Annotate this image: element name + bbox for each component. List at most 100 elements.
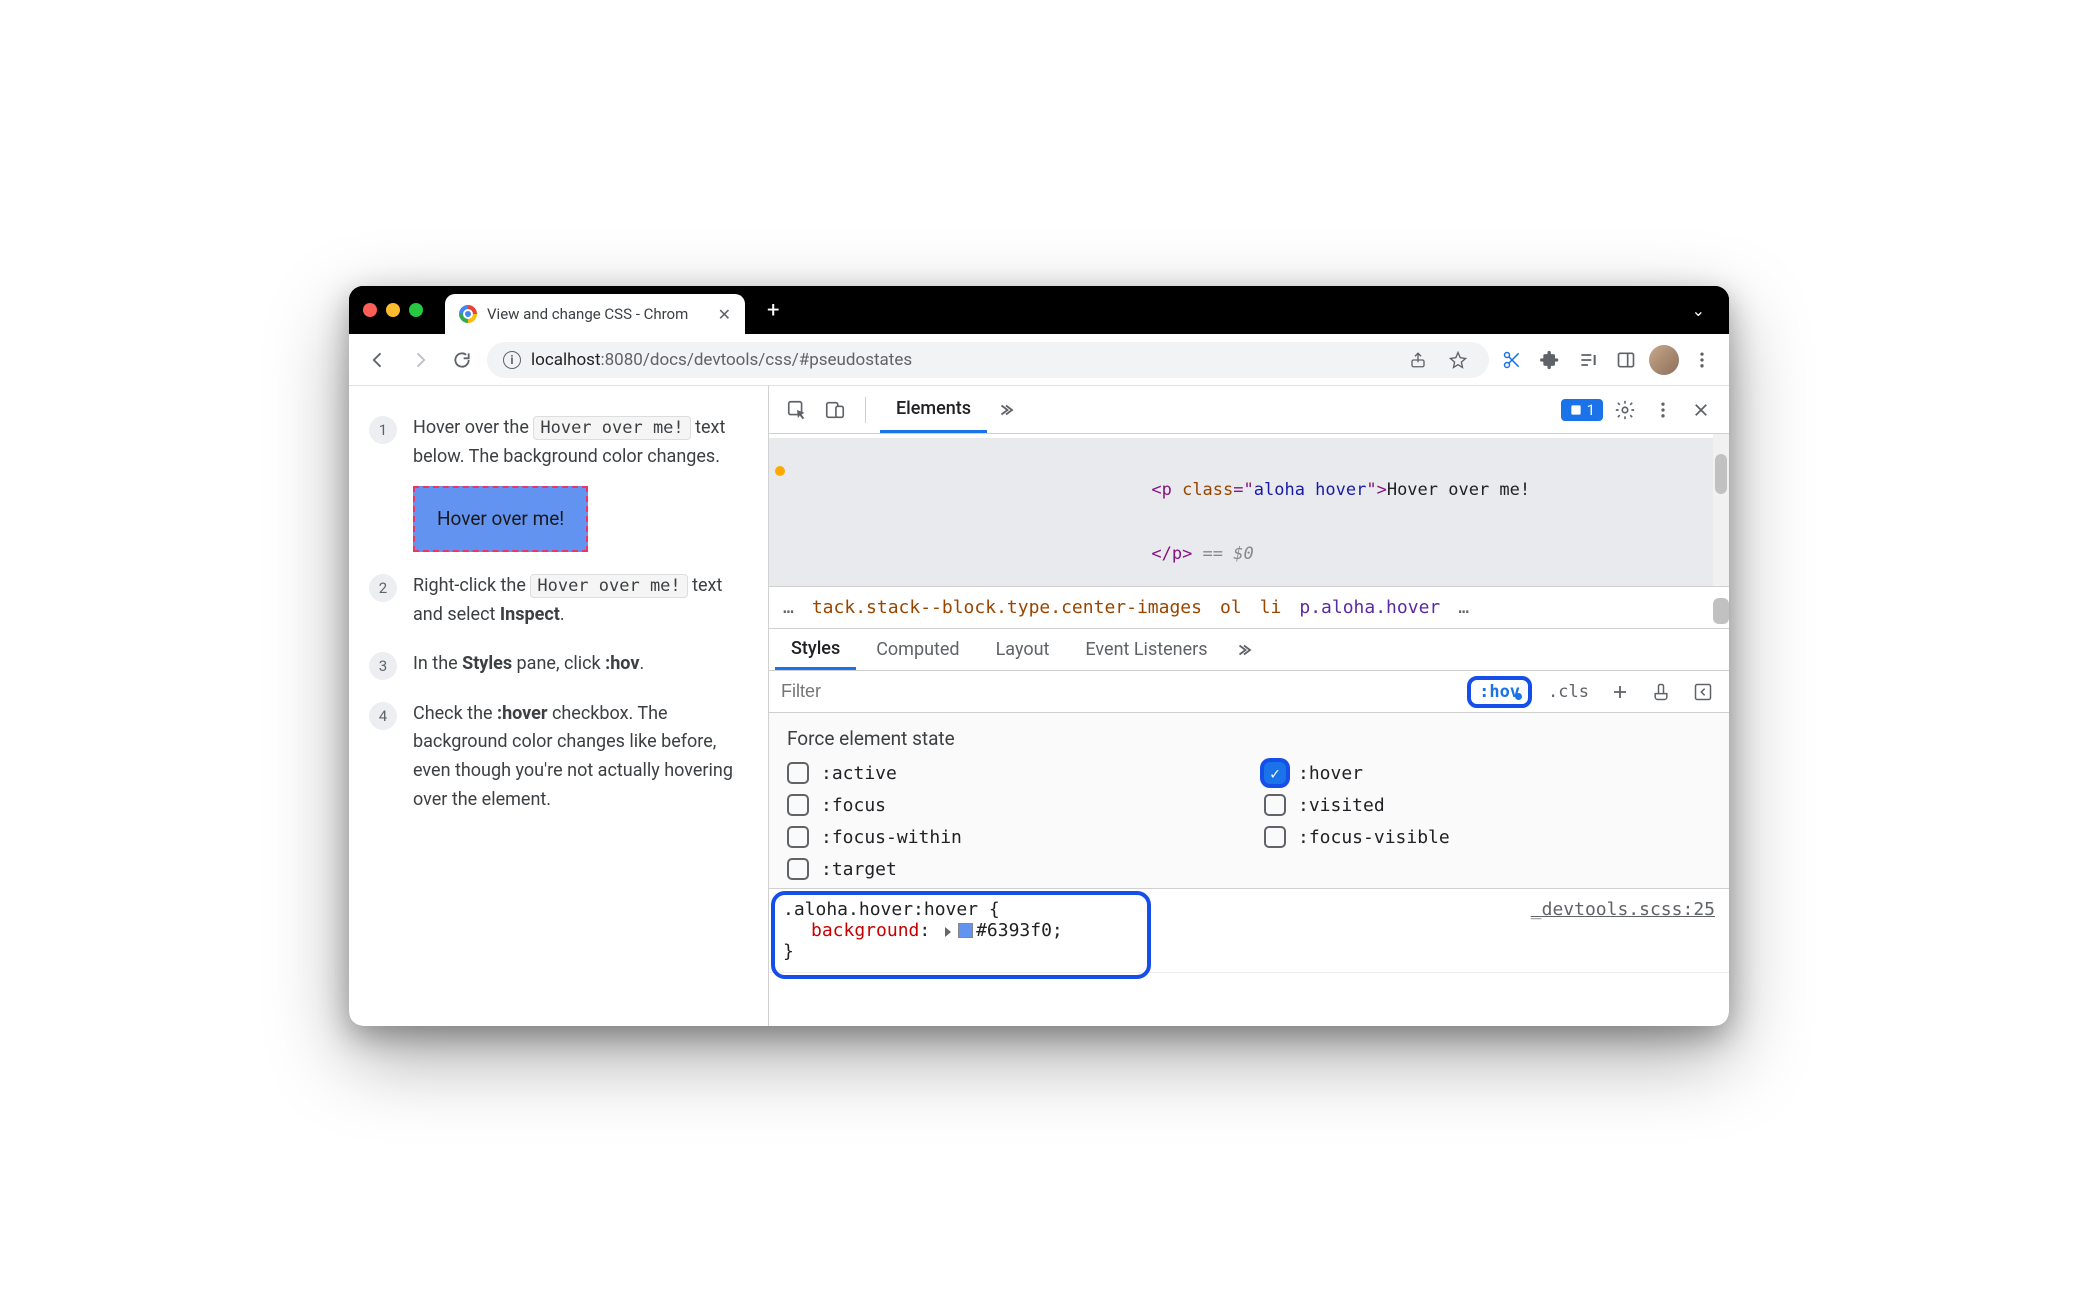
expand-shorthand-icon[interactable] [945,927,951,937]
rule-value[interactable]: #6393f0 [976,920,1052,941]
browser-window: View and change CSS - Chrom ✕ + ⌄ i loca… [349,286,1729,1026]
browser-tab[interactable]: View and change CSS - Chrom ✕ [445,294,745,334]
breadcrumb[interactable]: … tack.stack--block.type.center-images o… [769,587,1729,629]
step-4: 4 Check the :hover checkbox. The backgro… [369,700,744,815]
paint-brush-icon[interactable] [1645,682,1677,702]
maximize-window-icon[interactable] [409,303,423,317]
window-controls [363,303,423,317]
styles-filter-input[interactable] [779,680,1457,703]
forced-state-dot-icon [775,466,785,476]
dom-text: "> [1366,480,1386,500]
hov-toggle[interactable]: :hov [1467,676,1532,708]
crumb-ellipsis[interactable]: … [783,597,794,618]
checkbox-visited[interactable]: :visited [1264,794,1711,816]
forward-button[interactable] [403,343,437,377]
share-icon[interactable] [1403,345,1433,375]
step-text: Check the [413,703,497,724]
devtools-panel: Elements 1 [769,386,1729,1026]
step-3: 3 In the Styles pane, click :hov. [369,650,744,680]
tab-layout[interactable]: Layout [980,629,1066,670]
page-content: 1 Hover over the Hover over me! text bel… [349,386,769,1026]
step-bold: Inspect [500,604,560,625]
step-bold: :hover [497,703,548,724]
step-text: Hover over the [413,417,533,438]
side-panel-icon[interactable] [1611,345,1641,375]
device-toolbar-icon[interactable] [819,394,851,426]
step-text: . [639,653,644,674]
hover-demo-box[interactable]: Hover over me! [413,486,588,552]
step-text: pane, click [512,653,605,674]
tab-overflow-icon[interactable]: ⌄ [1682,301,1715,320]
issues-chip[interactable]: 1 [1561,399,1603,421]
crumb-item-active[interactable]: p.aloha.hover [1299,597,1440,618]
more-subtabs-icon[interactable] [1228,641,1266,659]
crumb-item[interactable]: ol [1220,597,1242,618]
address-bar[interactable]: i localhost:8080/docs/devtools/css/#pseu… [487,342,1489,378]
profile-avatar[interactable] [1649,345,1679,375]
bookmark-icon[interactable] [1443,345,1473,375]
computed-sidebar-icon[interactable] [1687,682,1719,702]
crumb-item[interactable]: tack.stack--block.type.center-images [812,597,1202,618]
devtools-menu-icon[interactable] [1647,394,1679,426]
rule-property[interactable]: background [811,920,919,941]
checkbox-target[interactable]: :target [787,858,1234,880]
step-2: 2 Right-click the Hover over me! text an… [369,572,744,630]
close-tab-icon[interactable]: ✕ [718,305,731,324]
close-window-icon[interactable] [363,303,377,317]
tab-computed[interactable]: Computed [860,629,975,670]
dom-tree[interactable]: <p class="aloha hover">Hover over me! </… [769,434,1729,587]
step-text: . [560,604,565,625]
scrollbar[interactable] [1713,598,1729,624]
checkbox-focus-visible[interactable]: :focus-visible [1264,826,1711,848]
devtools-toolbar: Elements 1 [769,386,1729,434]
inspect-element-icon[interactable] [781,394,813,426]
tab-title: View and change CSS - Chrom [487,305,688,323]
extensions-icon[interactable] [1535,345,1565,375]
step-bold: :hov [605,653,639,674]
chrome-menu-icon[interactable] [1687,345,1717,375]
checkbox-active[interactable]: :active [787,762,1234,784]
close-devtools-icon[interactable] [1685,394,1717,426]
dom-attr: class [1182,480,1233,500]
step-number: 2 [369,574,397,602]
step-text: Right-click the [413,575,530,596]
back-button[interactable] [361,343,395,377]
color-swatch[interactable] [958,923,973,938]
minimize-window-icon[interactable] [386,303,400,317]
checkbox-hover[interactable]: :hover [1264,762,1711,784]
new-tab-button[interactable]: + [753,298,793,323]
rule-source-link[interactable]: _devtools.scss:25 [1531,899,1715,920]
dom-text: Hover over me! [1387,480,1530,500]
force-state-title: Force element state [787,727,1711,750]
dom-text: =" [1233,480,1253,500]
crumb-item[interactable]: li [1260,597,1282,618]
scissors-icon[interactable] [1497,345,1527,375]
tab-event-listeners[interactable]: Event Listeners [1069,629,1223,670]
dom-muted: == [1192,544,1233,564]
checkbox-focus-within[interactable]: :focus-within [787,826,1234,848]
step-1: 1 Hover over the Hover over me! text bel… [369,414,744,552]
chrome-favicon-icon [459,305,477,323]
site-info-icon[interactable]: i [503,351,521,369]
tab-elements[interactable]: Elements [880,386,987,433]
dom-string: aloha hover [1254,480,1367,500]
step-number: 1 [369,416,397,444]
step-number: 4 [369,702,397,730]
tab-strip: View and change CSS - Chrom ✕ + ⌄ [349,286,1729,334]
settings-icon[interactable] [1609,394,1641,426]
scrollbar[interactable] [1713,434,1729,586]
step-text: In the [413,653,462,674]
tab-styles[interactable]: Styles [775,629,856,670]
force-element-state: Force element state :active :hover :focu… [769,713,1729,889]
checkbox-focus[interactable]: :focus [787,794,1234,816]
reload-button[interactable] [445,343,479,377]
rule-selector[interactable]: .aloha.hover:hover [783,899,978,920]
browser-toolbar: i localhost:8080/docs/devtools/css/#pseu… [349,334,1729,386]
css-rule[interactable]: _devtools.scss:25 .aloha.hover:hover { b… [769,889,1729,973]
more-tabs-icon[interactable] [993,394,1025,426]
new-style-rule-icon[interactable] [1605,683,1635,701]
crumb-ellipsis[interactable]: … [1458,597,1469,618]
cls-toggle[interactable]: .cls [1542,682,1595,702]
reading-list-icon[interactable] [1573,345,1603,375]
url-text: localhost:8080/docs/devtools/css/#pseudo… [531,350,1393,370]
